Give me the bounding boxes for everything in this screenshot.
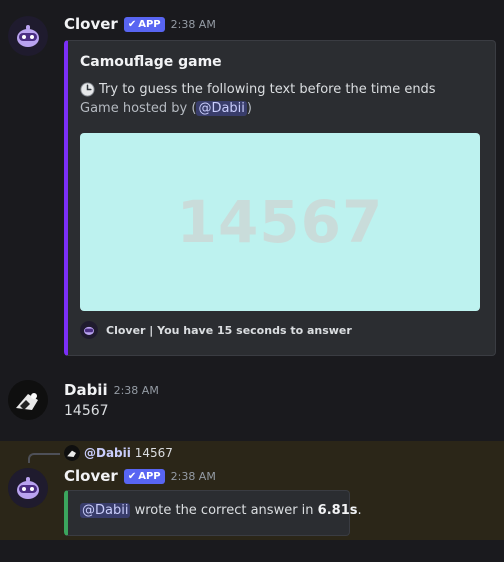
reply-avatar-icon[interactable]	[64, 445, 80, 461]
app-badge: ✔ APP	[123, 468, 165, 484]
embed-title: Camouflage game	[80, 54, 222, 70]
captcha-text: 14567	[176, 188, 384, 256]
check-icon: ✔	[127, 470, 137, 482]
app-badge: ✔ APP	[123, 16, 165, 32]
winner-mention[interactable]: @Dabii	[80, 503, 131, 518]
hosted-by-prefix: Game hosted by (	[80, 101, 197, 116]
result-time: 6.81s	[317, 503, 358, 518]
app-badge-label: APP	[138, 470, 161, 482]
avatar[interactable]	[8, 468, 48, 508]
result-embed: @Dabii wrote the correct answer in 6.81s…	[64, 490, 362, 536]
message-content: 14567	[64, 403, 109, 419]
host-mention[interactable]: @Dabii	[196, 101, 247, 116]
timestamp[interactable]: 2:38 AM	[171, 18, 216, 31]
clock-icon	[80, 82, 95, 97]
result-text: wrote the correct answer in	[134, 503, 314, 518]
reply-author[interactable]: @Dabii	[84, 446, 131, 460]
app-badge-label: APP	[138, 18, 161, 30]
author-name[interactable]: Clover	[64, 467, 118, 485]
author-name[interactable]: Dabii	[64, 381, 108, 399]
reply-spine	[28, 453, 60, 463]
reply-content[interactable]: 14567	[135, 446, 173, 460]
author-name[interactable]: Clover	[64, 15, 118, 33]
avatar[interactable]	[8, 380, 48, 420]
embed-footer: Clover | You have 15 seconds to answer	[106, 323, 352, 337]
game-embed: Camouflage game Try to guess the followi…	[64, 40, 496, 356]
embed-description: Try to guess the following text before t…	[99, 82, 436, 97]
captcha-image[interactable]: 14567	[80, 133, 480, 311]
message-clover-result: @Dabii 14567 Clover ✔ APP 2:38 AM @Dabii…	[0, 441, 504, 540]
avatar[interactable]	[8, 16, 48, 56]
result-suffix: .	[357, 503, 362, 518]
dabii-avatar-icon	[8, 380, 48, 420]
message-clover-game: Clover ✔ APP 2:38 AM Camouflage game Try…	[0, 0, 504, 370]
timestamp[interactable]: 2:38 AM	[114, 384, 159, 397]
check-icon: ✔	[127, 18, 137, 30]
timestamp[interactable]: 2:38 AM	[171, 470, 216, 483]
clover-bot-icon	[8, 16, 48, 56]
message-dabii: Dabii 2:38 AM 14567	[0, 370, 504, 440]
hosted-by-suffix: )	[246, 101, 252, 116]
footer-clover-icon	[80, 321, 98, 339]
clover-bot-icon	[8, 468, 48, 508]
